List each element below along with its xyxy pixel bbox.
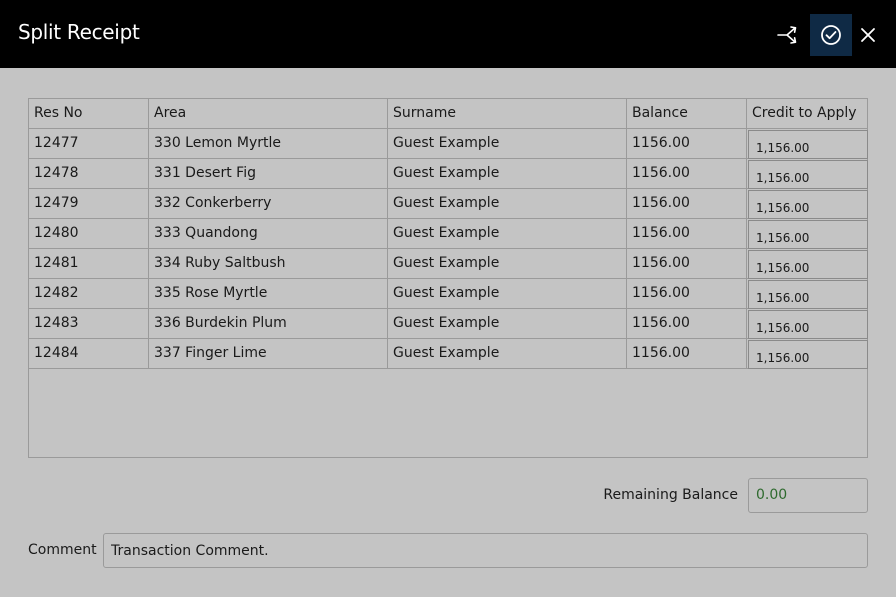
cell-balance: 1156.00	[627, 279, 747, 308]
remaining-balance-field: 0.00	[748, 478, 868, 513]
title-bar: Split Receipt	[0, 0, 896, 68]
cell-res-no: 12484	[29, 339, 149, 368]
cell-area: 337 Finger Lime	[149, 339, 388, 368]
column-header-res-no[interactable]: Res No	[29, 99, 149, 128]
cell-surname: Guest Example	[388, 189, 627, 218]
credit-to-apply-input[interactable]: 1,156.00	[748, 310, 868, 339]
credit-to-apply-input[interactable]: 1,156.00	[748, 190, 868, 219]
cell-balance: 1156.00	[627, 219, 747, 248]
column-header-balance[interactable]: Balance	[627, 99, 747, 128]
close-icon	[861, 28, 875, 42]
credit-to-apply-input[interactable]: 1,156.00	[748, 160, 868, 189]
column-header-credit-to-apply[interactable]: Credit to Apply	[747, 99, 867, 128]
cell-balance: 1156.00	[627, 129, 747, 158]
credit-to-apply-input[interactable]: 1,156.00	[748, 280, 868, 309]
cell-area: 335 Rose Myrtle	[149, 279, 388, 308]
window-title: Split Receipt	[18, 20, 140, 44]
cell-res-no: 12481	[29, 249, 149, 278]
split-button[interactable]	[767, 14, 809, 56]
cell-balance: 1156.00	[627, 159, 747, 188]
cell-area: 330 Lemon Myrtle	[149, 129, 388, 158]
cell-res-no: 12483	[29, 309, 149, 338]
cell-balance: 1156.00	[627, 339, 747, 368]
check-circle-icon	[821, 25, 841, 45]
cell-res-no: 12478	[29, 159, 149, 188]
table-row[interactable]: 12481 334 Ruby Saltbush Guest Example 11…	[29, 249, 868, 279]
table-row[interactable]: 12482 335 Rose Myrtle Guest Example 1156…	[29, 279, 868, 309]
table-row[interactable]: 12480 333 Quandong Guest Example 1156.00…	[29, 219, 868, 249]
cell-res-no: 12480	[29, 219, 149, 248]
table-row[interactable]: 12477 330 Lemon Myrtle Guest Example 115…	[29, 129, 868, 159]
cell-res-no: 12477	[29, 129, 149, 158]
cell-area: 334 Ruby Saltbush	[149, 249, 388, 278]
cell-surname: Guest Example	[388, 339, 627, 368]
cell-surname: Guest Example	[388, 309, 627, 338]
cell-balance: 1156.00	[627, 189, 747, 218]
credit-to-apply-input[interactable]: 1,156.00	[748, 130, 868, 159]
cell-area: 332 Conkerberry	[149, 189, 388, 218]
comment-label: Comment	[28, 542, 97, 558]
confirm-button[interactable]	[810, 14, 852, 56]
cell-area: 336 Burdekin Plum	[149, 309, 388, 338]
cell-surname: Guest Example	[388, 129, 627, 158]
cell-area: 333 Quandong	[149, 219, 388, 248]
split-icon	[777, 26, 797, 44]
table-row[interactable]: 12479 332 Conkerberry Guest Example 1156…	[29, 189, 868, 219]
column-header-surname[interactable]: Surname	[388, 99, 627, 128]
remaining-balance-label: Remaining Balance	[603, 487, 738, 503]
comment-input[interactable]	[103, 533, 868, 568]
table-row[interactable]: 12483 336 Burdekin Plum Guest Example 11…	[29, 309, 868, 339]
cell-balance: 1156.00	[627, 309, 747, 338]
cell-surname: Guest Example	[388, 219, 627, 248]
receipt-grid: Res No Area Surname Balance Credit to Ap…	[28, 98, 868, 458]
cell-area: 331 Desert Fig	[149, 159, 388, 188]
cell-surname: Guest Example	[388, 279, 627, 308]
grid-header: Res No Area Surname Balance Credit to Ap…	[29, 99, 867, 129]
table-row[interactable]: 12484 337 Finger Lime Guest Example 1156…	[29, 339, 868, 369]
cell-surname: Guest Example	[388, 249, 627, 278]
cell-balance: 1156.00	[627, 249, 747, 278]
credit-to-apply-input[interactable]: 1,156.00	[748, 250, 868, 279]
table-row[interactable]: 12478 331 Desert Fig Guest Example 1156.…	[29, 159, 868, 189]
cell-surname: Guest Example	[388, 159, 627, 188]
column-header-area[interactable]: Area	[149, 99, 388, 128]
cell-res-no: 12479	[29, 189, 149, 218]
close-button[interactable]	[847, 14, 889, 56]
credit-to-apply-input[interactable]: 1,156.00	[748, 340, 868, 369]
cell-res-no: 12482	[29, 279, 149, 308]
credit-to-apply-input[interactable]: 1,156.00	[748, 220, 868, 249]
